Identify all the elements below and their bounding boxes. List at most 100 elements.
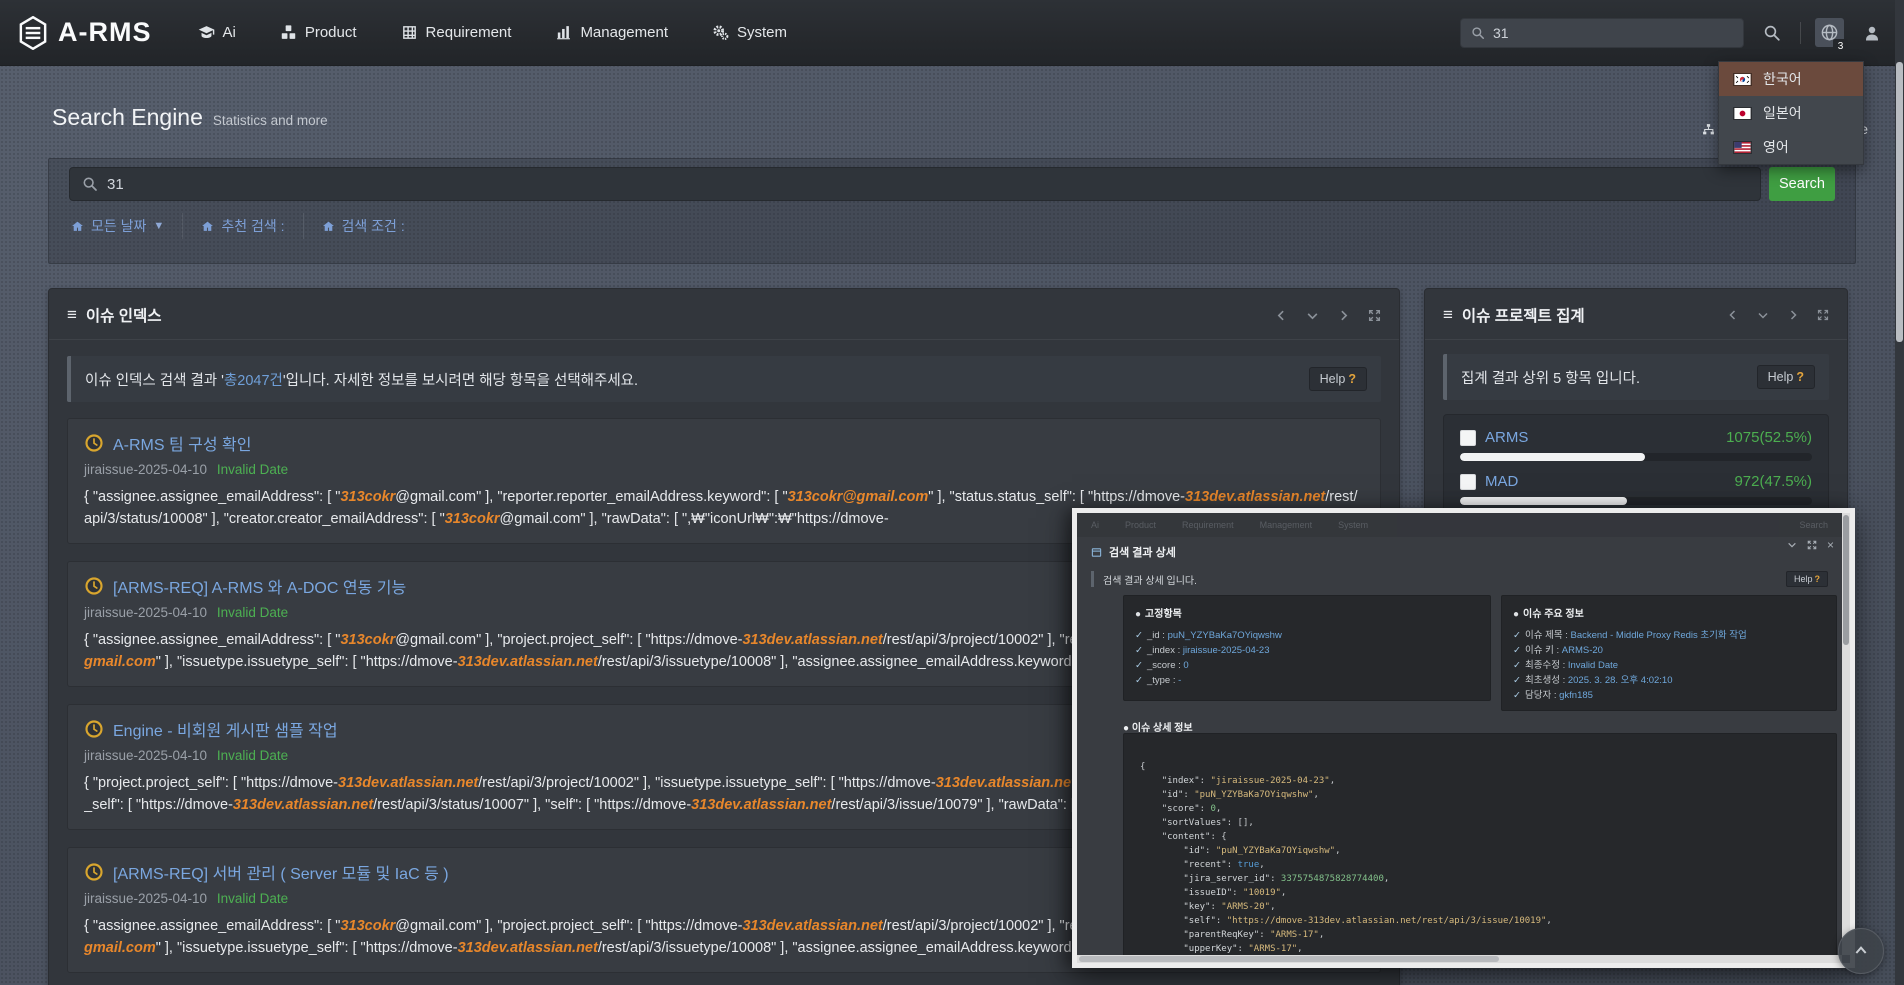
user-button[interactable] xyxy=(1858,19,1886,47)
page-header: Search Engine Statistics and more xyxy=(52,104,328,131)
scrollbar-thumb[interactable] xyxy=(1896,62,1903,342)
language-option-us[interactable]: 영어 xyxy=(1719,130,1863,164)
collapse-right-icon[interactable] xyxy=(1337,309,1350,322)
progress-track xyxy=(1460,453,1812,461)
sitemap-icon xyxy=(1702,123,1715,136)
ghost-nav-item: Requirement xyxy=(1182,520,1234,530)
main-search-box xyxy=(69,167,1761,201)
hamburger-icon: ≡ xyxy=(67,305,77,325)
maximize-icon[interactable] xyxy=(1807,540,1817,550)
modal-vertical-scrollbar xyxy=(1842,513,1850,955)
navbar-search-input[interactable] xyxy=(1493,25,1733,41)
scrollbar-thumb[interactable] xyxy=(1843,515,1849,645)
ghost-navbar: AiProductRequirementManagementSystemSear… xyxy=(1077,513,1842,537)
modal-subtitle-row: 검색 결과 상세 입니다. Help? xyxy=(1091,571,1828,587)
detail-field: ✓담당자 : gkfn185 xyxy=(1513,688,1825,703)
issue-index-header: ≡ 이슈 인덱스 xyxy=(49,289,1399,340)
panel-controls xyxy=(1727,309,1829,321)
ghost-nav-item: Ai xyxy=(1091,520,1099,530)
detail-field: ✓_score : 0 xyxy=(1135,658,1479,673)
close-icon[interactable]: × xyxy=(1827,540,1834,550)
ghost-nav-item: Management xyxy=(1260,520,1313,530)
minimize-icon[interactable] xyxy=(1787,540,1797,550)
graduation-cap-icon xyxy=(198,24,215,41)
detail-field: ✓최종수정 : Invalid Date xyxy=(1513,658,1825,673)
window-icon xyxy=(1091,547,1102,558)
fixed-fields-box: ●고정항목 ✓_id : puN_YZYBaKa7OYiqwshw✓_index… xyxy=(1123,595,1491,701)
flag-kr-icon xyxy=(1733,73,1752,86)
language-option-jp[interactable]: 일본어 xyxy=(1719,96,1863,130)
check-icon: ✓ xyxy=(1513,645,1521,656)
project-name-link[interactable]: MAD xyxy=(1485,473,1518,490)
collapse-left-icon[interactable] xyxy=(1727,309,1739,321)
issue-date-status: Invalid Date xyxy=(217,891,288,906)
search-panel: Search 모든 날짜▼추천 검색 :검색 조건 : xyxy=(48,158,1856,264)
issue-title-link[interactable]: Engine - 비회원 게시판 샘플 작업 xyxy=(113,717,338,741)
check-icon: ✓ xyxy=(1513,690,1521,701)
check-icon: ✓ xyxy=(1135,675,1143,686)
issue-title-link[interactable]: A-RMS 팀 구성 확인 xyxy=(113,431,252,455)
hamburger-icon: ≡ xyxy=(1443,305,1453,325)
language-count-badge: 3 xyxy=(1833,39,1848,54)
scroll-to-top-button[interactable] xyxy=(1838,928,1884,974)
help-button[interactable]: Help? xyxy=(1309,367,1367,391)
project-checkbox[interactable] xyxy=(1460,474,1476,490)
collapse-down-icon[interactable] xyxy=(1306,309,1319,322)
brand-logo[interactable]: A-RMS xyxy=(18,16,152,50)
page-title: Search Engine xyxy=(52,104,203,131)
flag-jp-icon xyxy=(1733,107,1752,120)
project-aggregation-title: 이슈 프로젝트 집계 xyxy=(1462,304,1585,326)
notice-suffix: '입니다. 자세한 정보를 보시려면 해당 항목을 선택해주세요. xyxy=(283,373,638,389)
detail-field: ✓_type : - xyxy=(1135,673,1479,688)
top-navbar: A-RMS Ai Product Requirement Management Syst… xyxy=(0,0,1904,66)
aggregation-notice-text: 집계 결과 상위 5 항목 입니다. xyxy=(1461,367,1640,388)
aggregation-row-mad: MAD 972(47.5%) xyxy=(1460,473,1812,505)
main-search-input[interactable] xyxy=(107,176,1748,193)
nav-item-system[interactable]: System xyxy=(712,24,787,41)
nav-item-product[interactable]: Product xyxy=(280,24,357,41)
collapse-down-icon[interactable] xyxy=(1757,309,1769,321)
nav-item-management[interactable]: Management xyxy=(555,24,668,41)
issue-date-status: Invalid Date xyxy=(217,605,288,620)
collapse-left-icon[interactable] xyxy=(1275,309,1288,322)
nav-item-requirement[interactable]: Requirement xyxy=(401,24,512,41)
help-button[interactable]: Help? xyxy=(1757,365,1815,389)
search-icon xyxy=(1471,26,1485,40)
navbar-search-button[interactable] xyxy=(1758,19,1786,47)
search-button[interactable]: Search xyxy=(1769,167,1835,201)
language-option-kr[interactable]: 한국어 xyxy=(1719,62,1863,96)
issue-title-link[interactable]: [ARMS-REQ] 서버 관리 ( Server 모듈 및 IaC 등 ) xyxy=(113,860,449,884)
ghost-nav-item: Product xyxy=(1125,520,1156,530)
progress-fill xyxy=(1460,497,1627,505)
project-checkbox[interactable] xyxy=(1460,430,1476,446)
filter-1[interactable]: 추천 검색 : xyxy=(183,216,302,236)
issue-detail-json: { "index": "jiraissue-2025-04-23", "id":… xyxy=(1123,733,1837,960)
page-subtitle: Statistics and more xyxy=(213,113,328,128)
expand-icon[interactable] xyxy=(1817,309,1829,321)
issue-title-link[interactable]: [ARMS-REQ] A-RMS 와 A-DOC 연동 기능 xyxy=(113,574,406,598)
brand-name: A-RMS xyxy=(58,17,152,48)
help-button[interactable]: Help? xyxy=(1786,571,1828,587)
detail-field: ✓_index : jiraissue-2025-04-23 xyxy=(1135,643,1479,658)
filter-0[interactable]: 모든 날짜▼ xyxy=(69,216,182,236)
issue-meta: jiraissue-2025-04-10 Invalid Date xyxy=(84,462,1364,477)
home-icon xyxy=(201,220,214,233)
check-icon: ✓ xyxy=(1513,675,1521,686)
grid-icon xyxy=(401,24,418,41)
project-name-link[interactable]: ARMS xyxy=(1485,429,1528,446)
issue-index-notice: 이슈 인덱스 검색 결과 '총2047건'입니다. 자세한 정보를 보시려면 해… xyxy=(67,356,1381,402)
language-globe-button[interactable]: 3 xyxy=(1815,18,1844,47)
nav-item-ai[interactable]: Ai xyxy=(198,24,236,41)
cubes-icon xyxy=(280,24,297,41)
scrollbar-thumb[interactable] xyxy=(1079,956,1499,962)
expand-icon[interactable] xyxy=(1368,309,1381,322)
detail-field: ✓이슈 제목 : Backend - Middle Proxy Redis 초기… xyxy=(1513,628,1825,643)
project-count-value: 1075(52.5%) xyxy=(1726,429,1812,446)
caret-down-icon: ▼ xyxy=(153,220,164,232)
check-icon: ✓ xyxy=(1135,645,1143,656)
filter-2[interactable]: 검색 조건 : xyxy=(304,216,423,236)
progress-fill xyxy=(1460,453,1645,461)
collapse-right-icon[interactable] xyxy=(1787,309,1799,321)
modal-title: 검색 결과 상세 xyxy=(1109,544,1176,560)
clock-icon xyxy=(84,433,104,453)
